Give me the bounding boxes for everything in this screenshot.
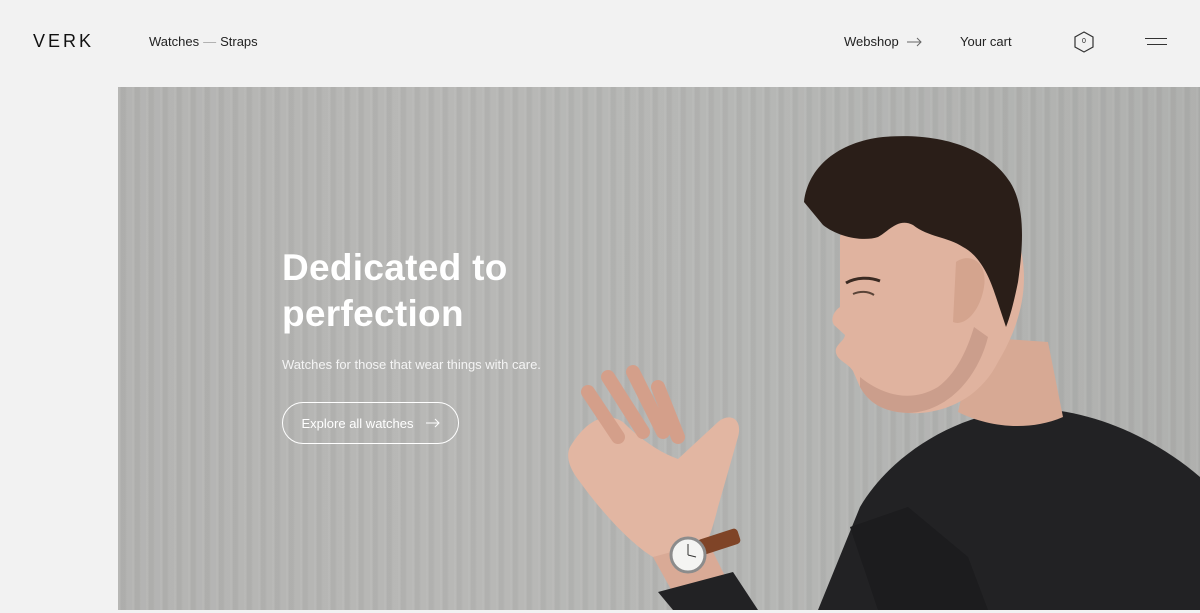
logo[interactable]: VERK	[33, 31, 94, 51]
nav-separator: —	[203, 34, 217, 49]
hero-title: Dedicated to perfection	[282, 245, 602, 337]
explore-all-watches-button[interactable]: Explore all watches	[282, 402, 459, 444]
hero-banner: Dedicated to perfection Watches for thos…	[118, 87, 1200, 610]
header: VERK Watches — Straps Webshop Your cart …	[0, 0, 1200, 86]
hero-subtitle: Watches for those that wear things with …	[282, 357, 541, 372]
your-cart-link[interactable]: Your cart	[960, 33, 1012, 51]
cart-count-badge[interactable]: 0	[1073, 30, 1095, 54]
primary-nav: Watches — Straps	[149, 33, 258, 51]
webshop-link[interactable]: Webshop	[844, 33, 923, 51]
nav-watches-link[interactable]: Watches	[149, 33, 199, 51]
hero-title-line-2: perfection	[282, 293, 464, 334]
arrow-right-icon	[906, 37, 922, 47]
nav-straps-link[interactable]: Straps	[220, 33, 258, 51]
explore-button-label: Explore all watches	[301, 415, 414, 431]
arrow-right-icon	[425, 418, 440, 428]
cart-count: 0	[1082, 38, 1086, 45]
hero-photo	[568, 136, 1200, 610]
page: VERK Watches — Straps Webshop Your cart …	[0, 0, 1200, 613]
hero-title-line-1: Dedicated to	[282, 247, 508, 288]
hamburger-icon[interactable]	[1145, 36, 1167, 48]
webshop-label: Webshop	[844, 34, 899, 49]
